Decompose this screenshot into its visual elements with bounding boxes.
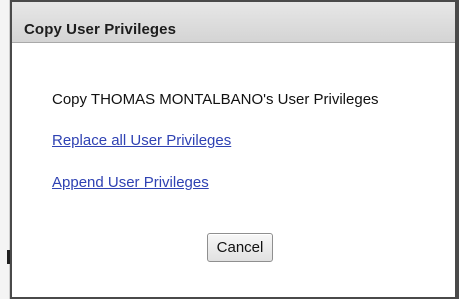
replace-all-privileges-link[interactable]: Replace all User Privileges xyxy=(52,132,231,149)
append-privileges-link[interactable]: Append User Privileges xyxy=(52,174,209,191)
background-window-edge xyxy=(0,0,10,299)
dialog-message: Copy THOMAS MONTALBANO's User Privileges xyxy=(52,91,379,108)
screen: Copy User Privileges Copy THOMAS MONTALB… xyxy=(0,0,459,299)
dialog-title: Copy User Privileges xyxy=(24,21,177,38)
copy-user-privileges-dialog: Copy User Privileges Copy THOMAS MONTALB… xyxy=(10,0,459,299)
cancel-button[interactable]: Cancel xyxy=(207,233,273,262)
dialog-title-bar[interactable]: Copy User Privileges xyxy=(12,2,455,43)
